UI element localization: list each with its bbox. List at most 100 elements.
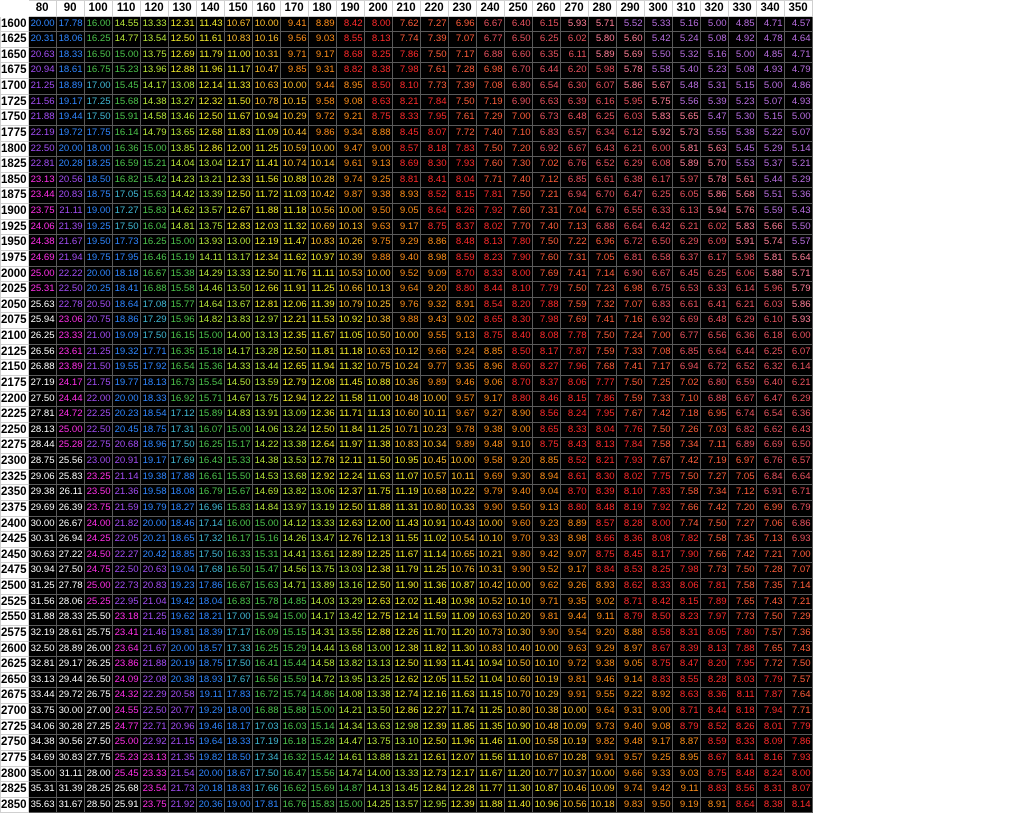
value-cell: 23.64	[111, 640, 141, 658]
value-cell: 6.33	[643, 203, 673, 220]
value-cell: 8.39	[587, 484, 617, 501]
table-row: 2825 35.31 31.39 28.25 25.68 23.54 21.73 20.18 1…	[0, 781, 813, 798]
column-header: 230	[447, 0, 477, 17]
value-cell: 6.94	[559, 187, 589, 205]
value-cell: 19.64	[195, 734, 225, 751]
value-cell: 9.90	[503, 562, 533, 580]
value-cell: 7.80	[503, 234, 533, 251]
value-cell: 10.66	[335, 281, 365, 298]
value-cell: 12.50	[167, 31, 197, 48]
value-cell: 16.36	[111, 140, 141, 158]
value-cell: 18.08	[167, 484, 197, 501]
row-header: 2375	[0, 499, 29, 517]
value-cell: 7.71	[475, 171, 505, 189]
value-cell: 9.19	[671, 796, 701, 813]
value-cell: 13.00	[223, 234, 253, 251]
value-cell: 9.17	[391, 218, 421, 236]
value-cell: 5.38	[727, 124, 757, 142]
value-cell: 5.56	[671, 93, 701, 111]
value-cell: 6.75	[643, 281, 673, 298]
value-cell: 9.11	[587, 609, 617, 626]
value-cell: 17.34	[251, 749, 281, 767]
value-cell: 8.18	[419, 140, 449, 158]
value-cell: 25.00	[83, 578, 113, 595]
value-cell: 7.74	[391, 31, 421, 48]
value-cell: 10.00	[251, 15, 281, 33]
row-header: 2625	[0, 656, 29, 673]
value-cell: 33.13	[27, 671, 57, 689]
row-header: 2700	[0, 703, 29, 720]
value-cell: 19.46	[195, 718, 225, 736]
value-cell: 8.45	[391, 124, 421, 142]
value-cell: 10.29	[279, 109, 309, 126]
value-cell: 7.98	[391, 62, 421, 80]
value-cell: 10.00	[503, 578, 533, 595]
value-cell: 6.07	[783, 343, 813, 361]
value-cell: 18.21	[195, 609, 225, 626]
value-cell: 7.80	[727, 624, 757, 642]
value-cell: 21.25	[139, 609, 169, 626]
row-header: 1925	[0, 218, 29, 236]
value-cell: 23.41	[111, 624, 141, 642]
value-cell: 12.95	[419, 796, 449, 813]
value-cell: 8.04	[447, 171, 477, 189]
value-cell: 31.25	[27, 578, 57, 595]
value-cell: 10.68	[419, 484, 449, 501]
value-cell: 6.52	[727, 359, 757, 376]
value-cell: 16.88	[251, 703, 281, 720]
value-cell: 9.17	[475, 390, 505, 408]
value-cell: 8.06	[559, 374, 589, 392]
value-cell: 7.50	[699, 515, 729, 533]
value-cell: 9.66	[615, 765, 645, 783]
value-cell: 10.00	[279, 78, 309, 95]
value-cell: 9.24	[447, 343, 477, 361]
value-cell: 8.14	[783, 796, 813, 813]
value-cell: 9.90	[531, 624, 561, 642]
value-cell: 10.57	[419, 468, 449, 486]
value-cell: 7.77	[587, 374, 617, 392]
value-cell: 7.35	[727, 531, 757, 548]
value-cell: 13.57	[195, 203, 225, 220]
value-cell: 5.60	[615, 31, 645, 48]
value-cell: 9.91	[587, 749, 617, 767]
table-row: 1625 20.31 18.06 16.25 14.77 13.54 12.50 11.61 1…	[0, 31, 813, 48]
value-cell: 12.88	[363, 624, 393, 642]
value-cell: 20.23	[111, 406, 141, 423]
value-cell: 24.69	[27, 249, 57, 267]
value-cell: 8.01	[755, 718, 785, 736]
value-cell: 7.60	[531, 249, 561, 267]
value-cell: 8.38	[755, 796, 785, 813]
value-cell: 4.86	[783, 78, 813, 95]
column-header: 350	[783, 0, 813, 17]
value-cell: 6.64	[615, 218, 645, 236]
value-cell: 18.96	[139, 437, 169, 455]
value-cell: 10.37	[559, 765, 589, 783]
value-cell: 8.89	[559, 515, 589, 533]
value-cell: 5.74	[755, 234, 785, 251]
value-cell: 15.74	[279, 687, 309, 705]
value-cell: 6.45	[671, 265, 701, 283]
value-cell: 6.85	[559, 171, 589, 189]
value-cell: 11.71	[335, 406, 365, 423]
value-cell: 7.78	[559, 328, 589, 345]
value-cell: 7.67	[643, 453, 673, 470]
value-cell: 12.26	[391, 624, 421, 642]
value-cell: 9.03	[671, 765, 701, 783]
value-cell: 13.68	[335, 640, 365, 658]
value-cell: 6.61	[587, 171, 617, 189]
value-cell: 12.79	[279, 374, 309, 392]
value-cell: 20.63	[139, 562, 169, 580]
value-cell: 8.02	[475, 218, 505, 236]
value-cell: 6.57	[559, 124, 589, 142]
table-row: 2225 27.81 24.72 22.25 20.23 18.54 17.12 15.89 1…	[0, 406, 813, 423]
value-cell: 22.81	[27, 156, 57, 173]
value-cell: 11.58	[335, 390, 365, 408]
value-cell: 9.89	[419, 374, 449, 392]
value-cell: 13.96	[139, 62, 169, 80]
value-cell: 6.09	[699, 234, 729, 251]
value-cell: 12.13	[363, 531, 393, 548]
value-cell: 21.92	[167, 796, 197, 813]
value-cell: 13.33	[391, 765, 421, 783]
value-cell: 5.69	[615, 46, 645, 64]
value-cell: 13.88	[363, 749, 393, 767]
